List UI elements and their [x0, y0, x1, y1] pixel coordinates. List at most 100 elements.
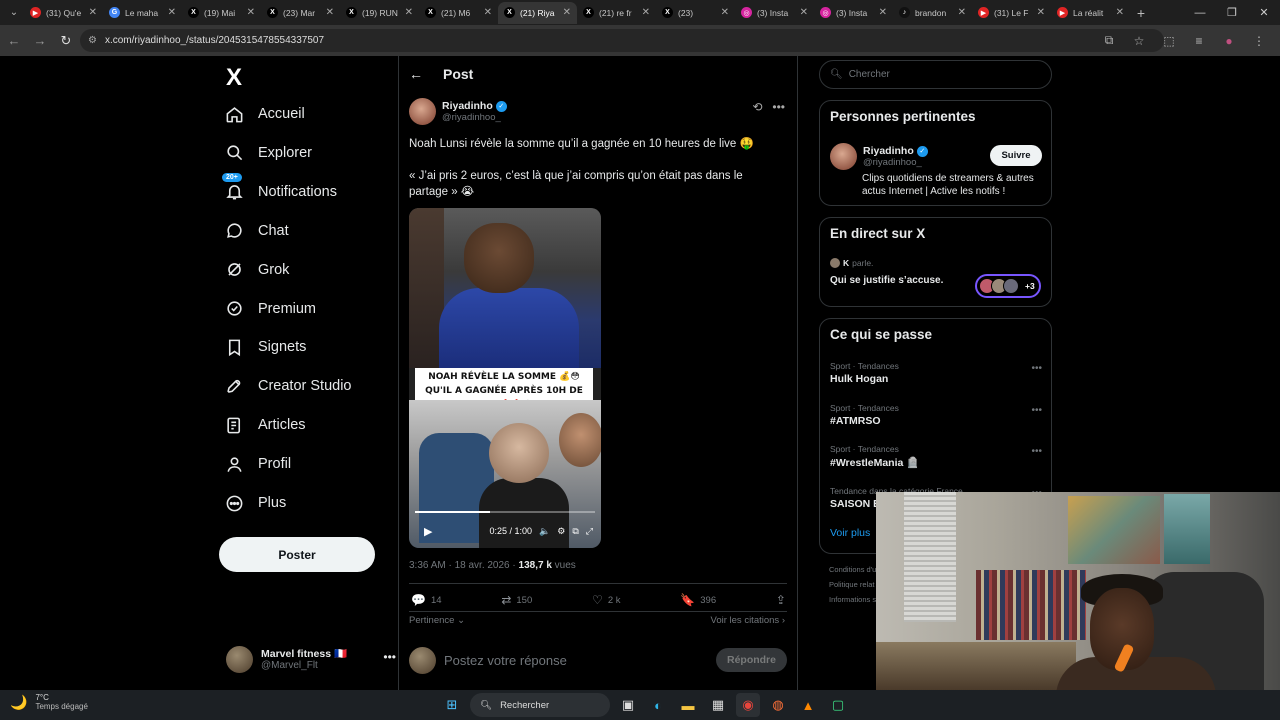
- tab-close-icon[interactable]: ✕: [879, 7, 887, 18]
- chrome-icon[interactable]: ◉: [736, 693, 760, 717]
- app-icon[interactable]: ▢: [826, 693, 850, 717]
- video-progress-bar[interactable]: [415, 511, 595, 513]
- browser-tab[interactable]: G Le maha ✕: [103, 2, 182, 24]
- new-tab-button[interactable]: +: [1130, 5, 1152, 21]
- browser-tab[interactable]: ▶ (31) Qu'e ✕: [24, 2, 103, 24]
- trend-more-icon[interactable]: •••: [1031, 405, 1042, 416]
- trend-more-icon[interactable]: •••: [1031, 363, 1042, 374]
- file-explorer-icon[interactable]: ▬: [676, 693, 700, 717]
- browser-menu-icon[interactable]: ⋮: [1246, 29, 1272, 52]
- browser-tab[interactable]: X (23) ✕: [656, 2, 735, 24]
- author-avatar[interactable]: [409, 98, 436, 125]
- tab-close-icon[interactable]: ✕: [484, 7, 492, 18]
- browser-tab[interactable]: X (21) re fr ✕: [577, 2, 656, 24]
- trend-item[interactable]: Sport · Tendances #ATMRSO •••: [830, 403, 1042, 427]
- author-name[interactable]: Riyadinho: [442, 100, 493, 112]
- repost-action[interactable]: ⇄ 150: [501, 593, 532, 607]
- trend-item[interactable]: Sport · Tendances #WrestleMania 🪦 •••: [830, 444, 1042, 469]
- back-icon[interactable]: ←: [2, 29, 26, 53]
- site-info-icon[interactable]: ⚙: [88, 35, 97, 46]
- extensions-icon[interactable]: ⬚: [1156, 29, 1182, 52]
- video-player[interactable]: NOAH RÉVÈLE LA SOMME 💰😳 QU'IL A GAGNÉE A…: [409, 208, 601, 548]
- store-icon[interactable]: ▦: [706, 693, 730, 717]
- vlc-icon[interactable]: ▲: [796, 693, 820, 717]
- reply-input[interactable]: Postez votre réponse: [444, 653, 708, 668]
- relevant-user-name[interactable]: Riyadinho: [863, 145, 914, 157]
- relevance-sort[interactable]: Pertinence ⌄: [409, 615, 465, 626]
- browser-tab[interactable]: ♪ brandon ✕: [893, 2, 972, 24]
- browser-tab[interactable]: ◎ (3) Insta ✕: [814, 2, 893, 24]
- start-icon[interactable]: ⊞: [440, 693, 464, 717]
- post-author[interactable]: Riyadinho ✓ @riyadinhoo_: [409, 98, 507, 125]
- trend-item[interactable]: Sport · Tendances Hulk Hogan •••: [830, 361, 1042, 385]
- weather-widget[interactable]: 🌙 7°C Temps dégagé: [10, 693, 88, 711]
- edge-icon[interactable]: ◐: [646, 693, 670, 717]
- browser-tab[interactable]: ◎ (3) Insta ✕: [735, 2, 814, 24]
- follow-button[interactable]: Suivre: [990, 145, 1042, 166]
- browser-tab[interactable]: X (19) Mai ✕: [182, 2, 261, 24]
- live-space-title[interactable]: Qui se justifie s’accuse.: [830, 275, 943, 286]
- tab-close-icon[interactable]: ✕: [721, 7, 729, 18]
- firefox-icon[interactable]: ◍: [766, 693, 790, 717]
- tab-close-icon[interactable]: ✕: [642, 7, 650, 18]
- account-switcher[interactable]: Marvel fitness 🇫🇷 @Marvel_Flt •••: [226, 644, 396, 674]
- settings-icon[interactable]: ⚙: [557, 526, 565, 537]
- nav-item-grok[interactable]: Grok: [224, 255, 289, 285]
- tab-close-icon[interactable]: ✕: [405, 7, 413, 18]
- relevant-user[interactable]: Riyadinho ✓ @riyadinhoo_ Clips quotidiens…: [830, 143, 1042, 198]
- browser-tab[interactable]: X (21) M6 ✕: [419, 2, 498, 24]
- close-window-icon[interactable]: ✕: [1248, 0, 1280, 25]
- browser-tab[interactable]: X (23) Mar ✕: [261, 2, 340, 24]
- fullscreen-icon[interactable]: ⤢: [586, 526, 593, 537]
- tab-close-icon[interactable]: ✕: [958, 7, 966, 18]
- reply-action[interactable]: 💬 14: [411, 593, 442, 607]
- footer-link[interactable]: Informations s: [829, 592, 876, 607]
- tab-close-icon[interactable]: ✕: [247, 7, 255, 18]
- nav-item-notifications[interactable]: 20+ Notifications: [222, 172, 337, 207]
- nav-item-accueil[interactable]: Accueil: [224, 99, 305, 129]
- task-view-icon[interactable]: ▣: [616, 693, 640, 717]
- nav-item-articles[interactable]: Articles: [224, 410, 306, 440]
- trend-more-icon[interactable]: •••: [1031, 446, 1042, 457]
- tab-search-icon[interactable]: ≡: [1186, 29, 1212, 52]
- bookmark-star-icon[interactable]: ☆: [1126, 29, 1152, 52]
- tab-close-icon[interactable]: ✕: [800, 7, 808, 18]
- relevant-user-avatar[interactable]: [830, 143, 857, 170]
- nav-item-creator-studio[interactable]: Creator Studio: [224, 371, 352, 401]
- browser-tab[interactable]: X (21) Riya ✕: [498, 1, 577, 24]
- profile-avatar-icon[interactable]: ●: [1216, 29, 1242, 52]
- footer-link[interactable]: Politique relat: [829, 577, 876, 592]
- account-more-icon[interactable]: •••: [383, 650, 396, 664]
- x-logo[interactable]: X: [226, 64, 242, 92]
- tab-close-icon[interactable]: ✕: [1037, 7, 1045, 18]
- search-input[interactable]: 🔍︎ Chercher: [819, 60, 1052, 89]
- post-more-icon[interactable]: •••: [772, 100, 785, 114]
- share-action[interactable]: ⇪: [776, 593, 786, 607]
- tab-close-icon[interactable]: ✕: [89, 7, 97, 18]
- reload-icon[interactable]: ↻: [54, 29, 78, 53]
- taskbar-search[interactable]: 🔍︎ Rechercher: [470, 693, 610, 717]
- maximize-icon[interactable]: ❐: [1216, 0, 1248, 25]
- like-action[interactable]: ♡ 2 k: [592, 593, 620, 607]
- browser-tab[interactable]: ▶ La réalit ✕: [1051, 2, 1130, 24]
- post-button[interactable]: Poster: [219, 537, 375, 572]
- nav-item-plus[interactable]: Plus: [224, 488, 286, 518]
- view-citations-link[interactable]: Voir les citations ›: [711, 615, 785, 626]
- tab-list-button[interactable]: ⌄: [4, 4, 24, 22]
- pip-icon[interactable]: ⧉: [572, 526, 578, 537]
- nav-item-premium[interactable]: Premium: [224, 294, 316, 324]
- tab-close-icon[interactable]: ✕: [326, 7, 334, 18]
- nav-item-signets[interactable]: Signets: [224, 332, 306, 362]
- tab-close-icon[interactable]: ✕: [563, 7, 571, 18]
- install-app-icon[interactable]: ⧉: [1096, 29, 1122, 52]
- browser-tab[interactable]: ▶ (31) Le F ✕: [972, 2, 1051, 24]
- forward-icon[interactable]: →: [28, 29, 52, 53]
- footer-link[interactable]: Conditions d'u: [829, 562, 876, 577]
- minimize-icon[interactable]: —: [1184, 0, 1216, 25]
- reply-button[interactable]: Répondre: [716, 648, 787, 672]
- post-timestamp[interactable]: 3:36 AM · 18 avr. 2026 ·: [409, 560, 519, 571]
- tab-close-icon[interactable]: ✕: [168, 7, 176, 18]
- see-more-link[interactable]: Voir plus: [830, 527, 870, 539]
- back-arrow-icon[interactable]: ←: [409, 66, 423, 82]
- nav-item-explorer[interactable]: Explorer: [224, 138, 312, 168]
